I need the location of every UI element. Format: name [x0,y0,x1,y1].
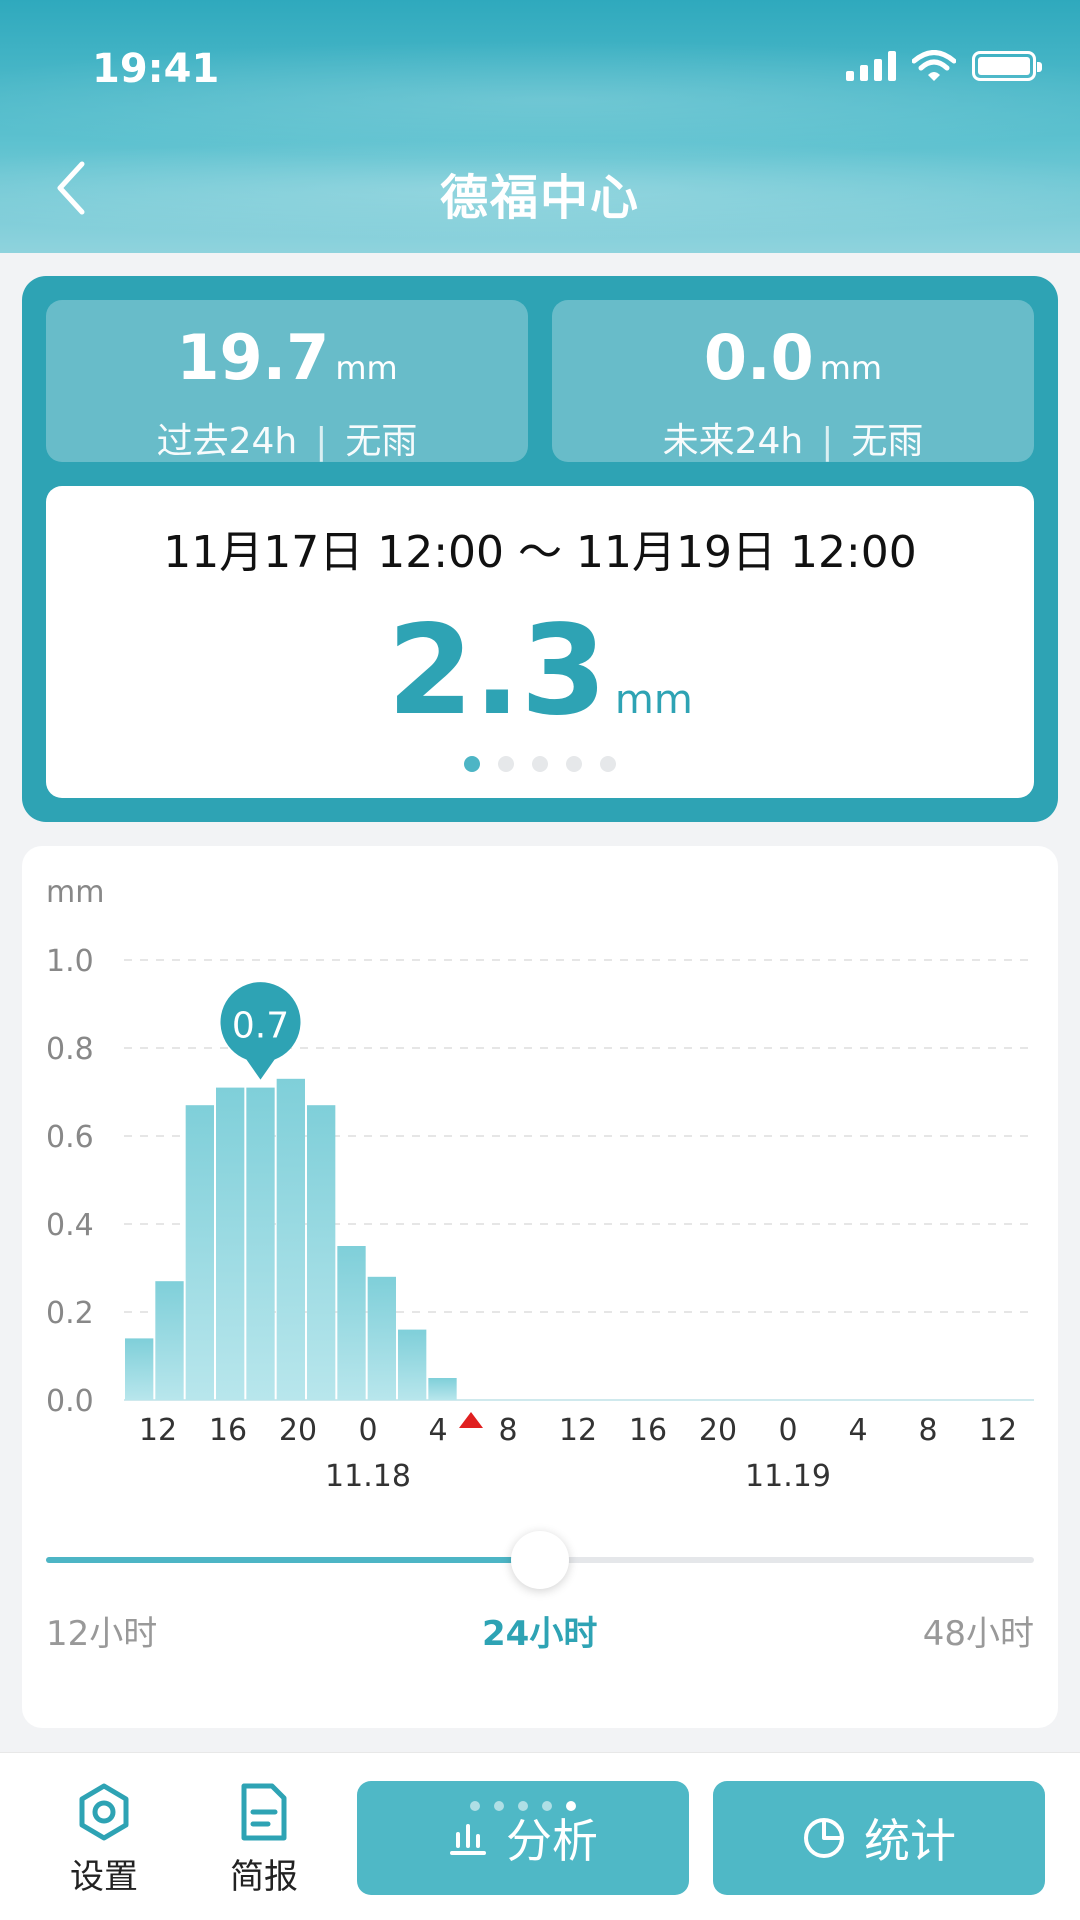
x-date-label: 11.19 [745,1459,831,1494]
pie-chart-icon [804,1818,844,1858]
page-title: 德福中心 [439,170,640,226]
status-icons [846,50,1042,82]
range-period-text: 11月17日 12:00 ～ 11月19日 12:00 [163,527,917,578]
statistics-button[interactable]: 统计 [713,1781,1045,1895]
rainfall-bar [398,1329,427,1400]
bar-chart-icon [450,1824,486,1855]
rainfall-bar [246,1087,275,1400]
divider: | [821,421,834,462]
battery-icon [972,51,1042,81]
x-tick-label: 0 [358,1413,377,1448]
x-tick-label: 12 [979,1413,1017,1448]
past-24h-value: 19.7 [176,321,330,394]
duration-option-48h[interactable]: 48小时 [923,1606,1034,1655]
page-indicator[interactable] [46,756,1034,772]
rainfall-summary-card: 19.7 mm 过去24h | 无雨 0.0 mm 未来24h | 无雨 11月17日 12… [22,276,1058,822]
rainfall-bar-chart[interactable]: mm 0.0 0.2 0.4 0.6 0.8 1.0 0.7 12 16 20 0 4 8 12 16 20 0 4… [22,846,1058,1526]
y-tick-label: 1.0 [46,944,94,979]
settings-hexagon-icon [79,1783,129,1841]
divider: | [315,421,328,462]
duration-option-24h[interactable]: 24小时 [482,1606,597,1655]
current-time-marker [459,1412,483,1428]
future-24h-unit: mm [819,349,883,387]
cellular-signal-icon [846,51,896,81]
page-dot[interactable] [532,756,548,772]
rainfall-bar [367,1276,396,1400]
statistics-label: 统计 [864,1814,956,1868]
past-24h-period: 过去24h [156,421,298,462]
report-label: 简报 [230,1857,298,1897]
past-24h-condition: 无雨 [345,421,418,462]
settings-tab[interactable]: 设置 [44,1779,164,1898]
x-tick-label: 4 [848,1413,867,1448]
x-tick-label: 8 [498,1413,517,1448]
x-date-label: 11.18 [325,1459,411,1494]
x-tick-label: 20 [279,1413,317,1448]
analysis-label: 分析 [506,1814,598,1868]
y-tick-label: 0.0 [46,1384,94,1419]
y-tick-label: 0.4 [46,1208,94,1243]
range-total-panel[interactable]: 11月17日 12:00 ～ 11月19日 12:00 2.3 mm [46,486,1034,798]
duration-option-12h[interactable]: 12小时 [46,1606,157,1655]
y-axis-unit-label: mm [46,875,104,910]
duration-slider-fill [46,1557,540,1563]
rainfall-bar [307,1105,336,1400]
rainfall-bar [428,1378,457,1400]
range-total-unit: mm [614,677,693,723]
rainfall-bar [185,1105,214,1400]
future-24h-value: 0.0 [703,321,814,394]
x-tick-label: 16 [629,1413,667,1448]
rainfall-bar [125,1338,154,1400]
rainfall-bar [276,1078,305,1400]
wifi-icon [912,50,956,81]
x-tick-label: 8 [918,1413,937,1448]
report-tab[interactable]: 简报 [204,1779,324,1898]
analysis-button[interactable]: 分析 [357,1781,689,1895]
x-tick-label: 16 [209,1413,247,1448]
page-dot[interactable] [464,756,480,772]
past-24h-stat[interactable]: 19.7 mm 过去24h | 无雨 [46,300,528,462]
x-tick-label: 12 [559,1413,597,1448]
x-tick-label: 0 [778,1413,797,1448]
page-dot[interactable] [566,756,582,772]
page-dot[interactable] [600,756,616,772]
value-tooltip-label: 0.7 [232,1006,289,1047]
rainfall-chart-card: mm 0.0 0.2 0.4 0.6 0.8 1.0 0.7 12 16 20 0 4 8 12 16 20 0 4… [22,846,1058,1728]
header: 19:41 德福中心 [0,0,1080,253]
rainfall-bar [216,1087,245,1400]
x-tick-label: 12 [139,1413,177,1448]
future-24h-period: 未来24h [662,421,804,462]
y-tick-label: 0.2 [46,1296,94,1331]
document-icon [241,1783,287,1841]
future-24h-stat[interactable]: 0.0 mm 未来24h | 无雨 [552,300,1034,462]
duration-slider-handle[interactable] [511,1531,569,1589]
bottom-toolbar: 设置 简报 分析 统计 [0,1752,1080,1920]
past-24h-unit: mm [335,349,398,387]
rainfall-bar [337,1246,366,1400]
future-24h-condition: 无雨 [851,421,924,462]
y-tick-label: 0.6 [46,1120,94,1155]
status-time: 19:41 [92,46,220,92]
settings-label: 设置 [70,1857,138,1897]
y-tick-label: 0.8 [46,1032,94,1067]
rainfall-bar [155,1281,184,1400]
range-total-value: 2.3 [387,599,607,743]
page-indicator [357,1801,689,1811]
x-tick-label: 20 [699,1413,737,1448]
page-dot[interactable] [498,756,514,772]
x-tick-label: 4 [428,1413,447,1448]
